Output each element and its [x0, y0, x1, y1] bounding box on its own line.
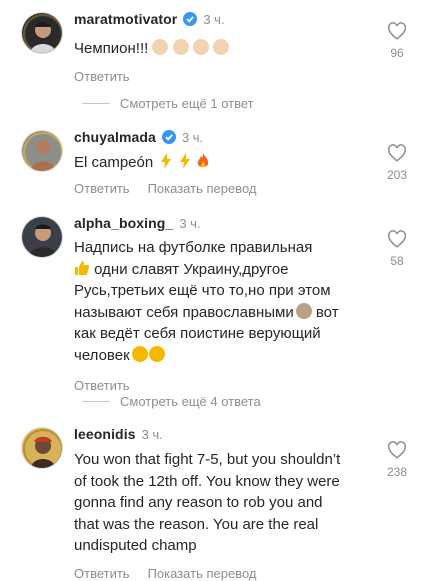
reply-button[interactable]: Ответить [74, 566, 130, 581]
comment-text-content: одни славят Украину,другое [90, 260, 289, 278]
reply-button[interactable]: Ответить [74, 378, 130, 393]
like-group: 203 [385, 144, 409, 182]
fire-icon [197, 153, 208, 168]
like-count: 96 [390, 46, 404, 60]
timestamp: 3 ч. [203, 11, 225, 27]
clap-icon [192, 39, 209, 55]
lightning-icon [161, 153, 172, 169]
comment-text-line: You won that fight 7-5, but you shouldn’… [74, 451, 341, 468]
comment-text: You won that fight 7-5, but you shouldn’… [74, 449, 374, 557]
comment-text: Надпись на футболке правильная одни слав… [74, 237, 374, 366]
like-group: 238 [385, 441, 409, 479]
comment-body: leeonidis 3 ч. You won that fight 7-5, b… [74, 425, 374, 581]
avatar[interactable] [21, 216, 63, 258]
comment-text-content: называют себя православными [74, 303, 294, 321]
comment-text-line-6: человек [74, 345, 374, 367]
facepalm-icon [295, 302, 312, 319]
comment-text-line-4: называют себя православными вот [74, 302, 374, 324]
comment-body: alpha_boxing_ 3 ч. Надпись на футболке п… [74, 214, 374, 393]
like-count: 58 [390, 254, 404, 268]
avatar[interactable] [21, 12, 63, 54]
like-group: 96 [385, 22, 409, 60]
comment-text-line: that was the reason. You are the real [74, 515, 319, 533]
view-more-label: Смотреть ещё 4 ответа [120, 394, 261, 409]
heart-icon[interactable] [387, 22, 407, 40]
view-more-replies[interactable]: Смотреть ещё 4 ответа [82, 394, 261, 409]
verified-badge-icon [183, 12, 198, 26]
comment-text: Чемпион!!! [74, 38, 374, 59]
like-count: 238 [386, 465, 408, 479]
clap-icon [212, 39, 229, 55]
comment-text-line: gonna find any reason to rob you and [74, 494, 323, 511]
username[interactable]: alpha_boxing_ [74, 215, 173, 231]
avatar[interactable] [21, 427, 63, 469]
heart-icon[interactable] [387, 441, 407, 459]
clap-icon [172, 39, 189, 55]
comment-text-line: of took the 12th off. You know they were [74, 472, 340, 490]
comment-text-content: Чемпион!!! [74, 40, 149, 57]
reply-button[interactable]: Ответить [74, 181, 130, 196]
divider [82, 401, 110, 402]
handshake-icon [148, 345, 165, 362]
comment-text-line-2: одни славят Украину,другое [74, 259, 374, 281]
comment-text-line: как ведёт себя поистине верующий [74, 325, 321, 342]
like-group: 58 [385, 230, 409, 268]
comment-text-content: вот [311, 303, 339, 321]
comment-body: maratmotivator 3 ч. Чемпион!!! Ответить [74, 10, 374, 84]
comment-text-line: undisputed champ [74, 537, 197, 554]
username[interactable]: leeonidis [74, 426, 136, 442]
comment-body: chuyalmada 3 ч. El campeón Ответить Пока… [74, 128, 374, 196]
translate-button[interactable]: Показать перевод [148, 566, 257, 581]
timestamp: 3 ч. [181, 129, 204, 145]
username[interactable]: maratmotivator [74, 11, 177, 27]
comment-text-line: Надпись на футболке правильная [74, 239, 313, 256]
thumbs-up-icon [75, 260, 90, 275]
timestamp: 3 ч. [179, 215, 201, 231]
heart-icon[interactable] [387, 230, 407, 248]
lightning-icon [179, 153, 190, 169]
clap-icon [152, 39, 169, 55]
view-more-label: Смотреть ещё 1 ответ [120, 96, 254, 111]
like-count: 203 [386, 168, 408, 182]
avatar[interactable] [21, 130, 63, 172]
username[interactable]: chuyalmada [74, 129, 156, 145]
view-more-replies[interactable]: Смотреть ещё 1 ответ [82, 96, 254, 111]
comment-text-line: Русь,третьих ещё что то,но при этом [74, 282, 331, 299]
clap-icon [131, 345, 148, 362]
translate-button[interactable]: Показать перевод [148, 181, 257, 196]
timestamp: 3 ч. [141, 426, 163, 442]
reply-button[interactable]: Ответить [74, 69, 130, 84]
verified-badge-icon [161, 130, 176, 144]
comment-text-content: человек [74, 346, 130, 364]
comment-text: El campeón [74, 152, 374, 173]
comment-text-content: El campeón [74, 154, 154, 171]
divider [82, 103, 110, 104]
heart-icon[interactable] [387, 144, 407, 162]
